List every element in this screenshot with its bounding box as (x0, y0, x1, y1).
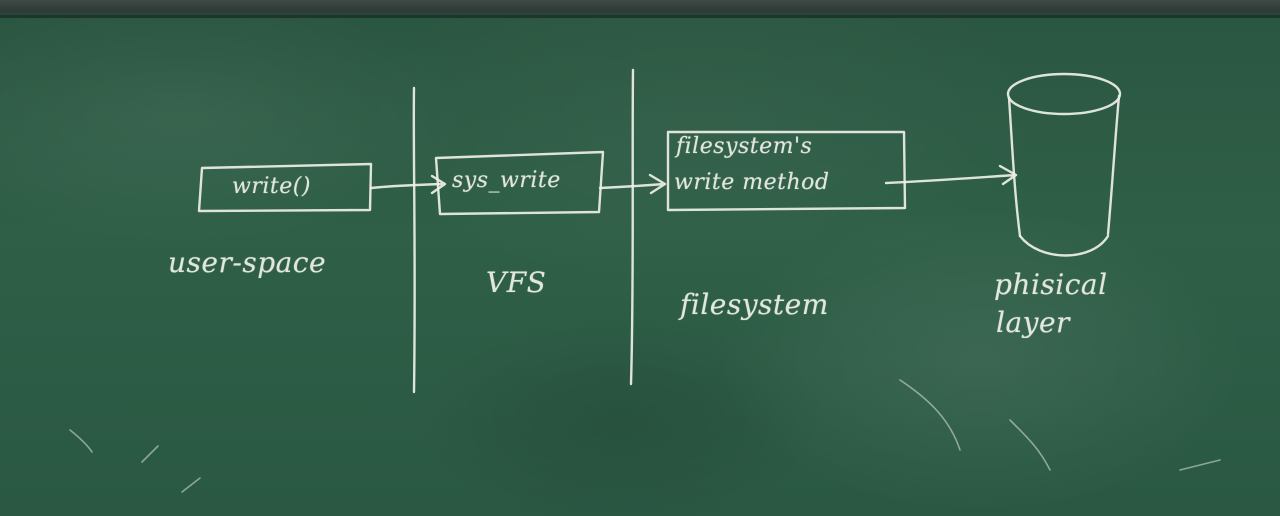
sys-write-text: sys_write (452, 168, 561, 193)
chalkboard: write() sys_write filesystem's write met… (0, 0, 1280, 516)
divider-line-vfs-fs (629, 68, 635, 386)
fs-method-text-line2: write method (674, 170, 830, 195)
filesystem-label: filesystem (680, 288, 829, 321)
divider-line-user-vfs (412, 86, 416, 394)
cylinder-disk-icon (1006, 72, 1122, 257)
user-space-label: user-space (168, 246, 327, 279)
fs-method-text-line1: filesystem's (676, 134, 813, 159)
physical-label-line1: phisical (994, 268, 1108, 301)
vfs-label: VFS (486, 266, 547, 299)
chalk-smudge (69, 429, 201, 493)
physical-label-line2: layer (996, 306, 1070, 339)
write-call-text: write() (232, 174, 311, 199)
chalk-smudge (899, 379, 1221, 471)
arrow-write-to-syswrite (369, 174, 447, 195)
